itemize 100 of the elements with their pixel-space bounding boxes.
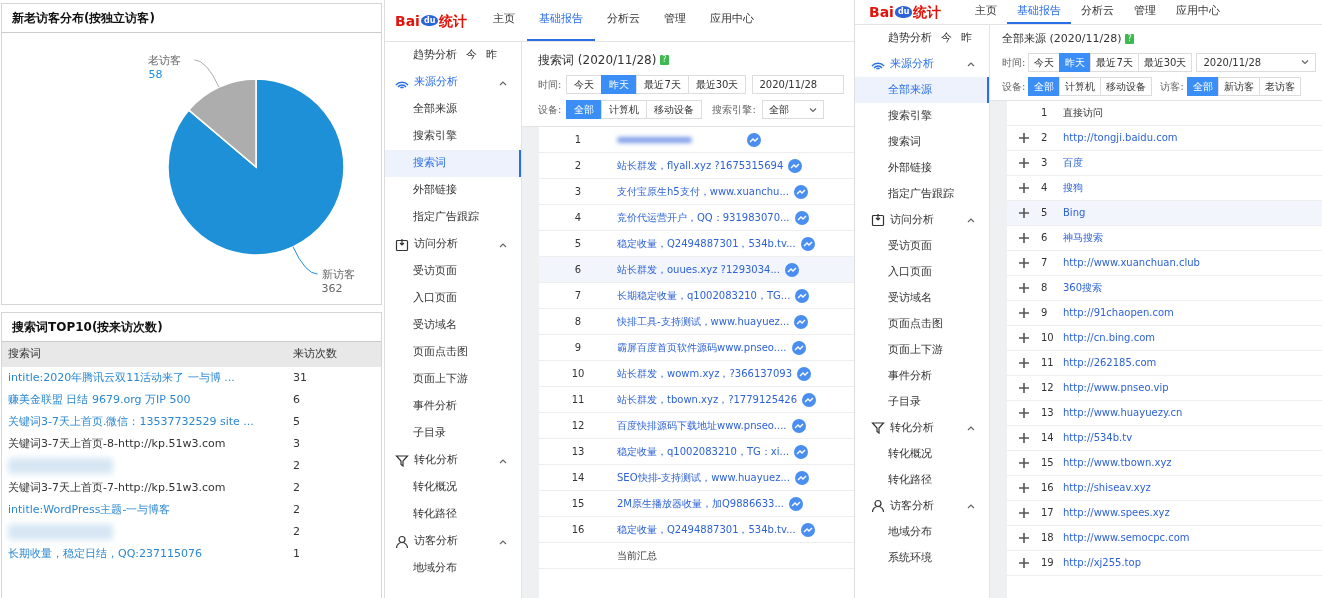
source-link[interactable]: 稳定收量，Q2494887301，534b.tv... [617, 522, 796, 537]
source-link[interactable]: http://xj255.top [1063, 555, 1141, 570]
sidebar-section[interactable]: 访问分析 [385, 231, 521, 258]
keyword-link[interactable]: 关键词3-7天上首页.微信：13537732529 site ... [8, 414, 254, 428]
source-link[interactable]: 站长群发，tbown.xyz，?1779125426 [617, 392, 798, 407]
source-link[interactable]: 站长群发，flyall.xyz ?1675315694 [617, 158, 784, 173]
nav-tab[interactable]: 应用中心 [1166, 0, 1230, 24]
sidebar-item[interactable]: 事件分析 [855, 363, 989, 389]
sidebar-item[interactable]: 转化概况 [385, 474, 521, 501]
shortcut-link[interactable]: 今 [466, 47, 477, 64]
sidebar-item[interactable]: 受访页面 [385, 258, 521, 285]
keyword-link[interactable]: 长期收量，稳定日结，QQ:237115076 [8, 546, 202, 560]
sidebar-item[interactable]: 全部来源 [385, 96, 521, 123]
source-link[interactable]: http://www.huayuezy.cn [1063, 405, 1183, 420]
filter-button[interactable]: 移动设备 [646, 100, 703, 119]
select-field[interactable]: 全部 [761, 100, 824, 119]
filter-button[interactable]: 最近7天 [636, 75, 689, 94]
nav-tab[interactable]: 主页 [965, 0, 1007, 24]
sidebar-section[interactable]: 来源分析 [855, 51, 989, 77]
sidebar-section[interactable]: 访客分析 [855, 493, 989, 519]
sidebar-item[interactable]: 受访域名 [855, 285, 989, 311]
sidebar-section[interactable]: 来源分析 [385, 69, 521, 96]
source-link[interactable]: SEO快排-支持测试，www.huayuez... [617, 470, 790, 485]
shortcut-link[interactable]: 昨 [486, 47, 497, 64]
sidebar-item[interactable]: 页面点击图 [855, 311, 989, 337]
source-link[interactable]: http://91chaopen.com [1063, 305, 1174, 320]
source-link[interactable]: http://www.pnseo.vip [1063, 380, 1169, 395]
date-field[interactable]: 2020/11/28 [1196, 52, 1316, 72]
sidebar-item[interactable]: 入口页面 [855, 259, 989, 285]
source-link[interactable]: 支付宝原生h5支付，www.xuanchu... [617, 184, 789, 199]
keyword-link[interactable]: intitle:2020年腾讯云双11活动来了 一与博 ... [8, 370, 235, 384]
filter-button[interactable]: 移动设备 [1100, 76, 1153, 96]
sidebar-section[interactable]: 访问分析 [855, 207, 989, 233]
source-link[interactable]: 百度 [1063, 155, 1083, 170]
source-link[interactable]: 长期稳定收量，q1002083210，TG... [617, 288, 791, 303]
filter-button[interactable]: 今天 [566, 75, 603, 94]
nav-tab[interactable]: 基础报告 [1007, 0, 1071, 24]
nav-tab[interactable]: 基础报告 [527, 0, 595, 41]
sidebar-section[interactable]: 转化分析 [385, 447, 521, 474]
nav-tab[interactable]: 分析云 [595, 0, 652, 41]
sidebar-section[interactable]: 转化分析 [855, 415, 989, 441]
sidebar-item[interactable]: 地域分布 [385, 555, 521, 582]
shortcut-link[interactable]: 今 [941, 30, 952, 46]
sidebar-item[interactable]: 地域分布 [855, 519, 989, 545]
filter-button[interactable]: 新访客 [1217, 76, 1260, 96]
source-link[interactable]: 360搜索 [1063, 280, 1103, 295]
source-link[interactable]: 快排工具-支持测试，www.huayuez... [617, 314, 790, 329]
filter-button[interactable]: 计算机 [1059, 76, 1102, 96]
filter-button[interactable]: 最近7天 [1090, 52, 1139, 72]
sidebar-item[interactable]: 搜索引擎 [385, 123, 521, 150]
sidebar-item[interactable]: 系统环境 [855, 545, 989, 571]
shortcut-link[interactable]: 昨 [961, 30, 972, 46]
nav-tab[interactable]: 管理 [1124, 0, 1166, 24]
source-link[interactable]: 百度快排源码下载地址www.pnseo.... [617, 418, 787, 433]
sidebar-item[interactable]: 指定广告跟踪 [385, 204, 521, 231]
nav-tab[interactable]: 应用中心 [698, 0, 766, 41]
source-link[interactable]: http://262185.com [1063, 355, 1157, 370]
filter-button[interactable]: 今天 [1028, 52, 1061, 72]
sidebar-item[interactable]: 子目录 [385, 420, 521, 447]
sidebar-item[interactable]: 受访域名 [385, 312, 521, 339]
sidebar-item[interactable]: 页面点击图 [385, 339, 521, 366]
source-link[interactable]: 搜狗 [1063, 180, 1083, 195]
source-link[interactable]: Bing [1063, 205, 1086, 220]
source-link[interactable]: 神马搜索 [1063, 230, 1103, 245]
source-link[interactable]: 站长群发，wowm.xyz，?366137093 [617, 366, 793, 381]
source-link[interactable]: http://tongji.baidu.com [1063, 130, 1178, 145]
keyword-link[interactable]: 赚美金联盟 日结 9679.org 万IP 500 [8, 392, 191, 406]
sidebar-item[interactable]: 页面上下游 [855, 337, 989, 363]
source-link[interactable]: 2M原生播放器收量，加Q9886633... [617, 496, 784, 511]
date-field[interactable]: 2020/11/28 [752, 75, 844, 94]
sidebar-item[interactable]: 入口页面 [385, 285, 521, 312]
sidebar-item[interactable]: 全部来源 [855, 77, 989, 103]
sidebar-item[interactable]: 搜索词 [855, 129, 989, 155]
source-link[interactable]: http://shiseav.xyz [1063, 480, 1151, 495]
source-link[interactable]: http://www.tbown.xyz [1063, 455, 1172, 470]
sidebar-item[interactable]: 转化路径 [385, 501, 521, 528]
sidebar-item[interactable]: 受访页面 [855, 233, 989, 259]
sidebar-link[interactable]: 趋势分析 [413, 47, 457, 64]
sidebar-item[interactable]: 外部链接 [855, 155, 989, 181]
sidebar-item[interactable]: 转化概况 [855, 441, 989, 467]
sidebar-item[interactable]: 搜索词 [385, 150, 521, 177]
source-link[interactable]: http://534b.tv [1063, 430, 1133, 445]
sidebar-item[interactable]: 外部链接 [385, 177, 521, 204]
source-link[interactable]: 站长群发，ouues.xyz ?1293034... [617, 262, 780, 277]
sidebar-item[interactable]: 指定广告跟踪 [855, 181, 989, 207]
sidebar-item[interactable]: 页面上下游 [385, 366, 521, 393]
source-link[interactable]: http://www.semocpc.com [1063, 530, 1190, 545]
source-link[interactable]: 竞价代运营开户，QQ：931983070... [617, 210, 790, 225]
sidebar-item[interactable]: 事件分析 [385, 393, 521, 420]
filter-button[interactable]: 最近30天 [687, 75, 747, 94]
source-link[interactable]: 稳定收量，q1002083210，TG：xi... [617, 444, 790, 459]
source-link[interactable]: 霸屏百度首页软件源码www.pnseo.... [617, 340, 787, 355]
source-link[interactable]: http://www.spees.xyz [1063, 505, 1170, 520]
nav-tab[interactable]: 分析云 [1071, 0, 1124, 24]
nav-tab[interactable]: 主页 [481, 0, 527, 41]
sidebar-item[interactable]: 转化路径 [855, 467, 989, 493]
sidebar-item[interactable]: 子目录 [855, 389, 989, 415]
filter-button[interactable]: 计算机 [601, 100, 648, 119]
sidebar-link[interactable]: 趋势分析 [888, 30, 932, 46]
sidebar-section[interactable]: 访客分析 [385, 528, 521, 555]
